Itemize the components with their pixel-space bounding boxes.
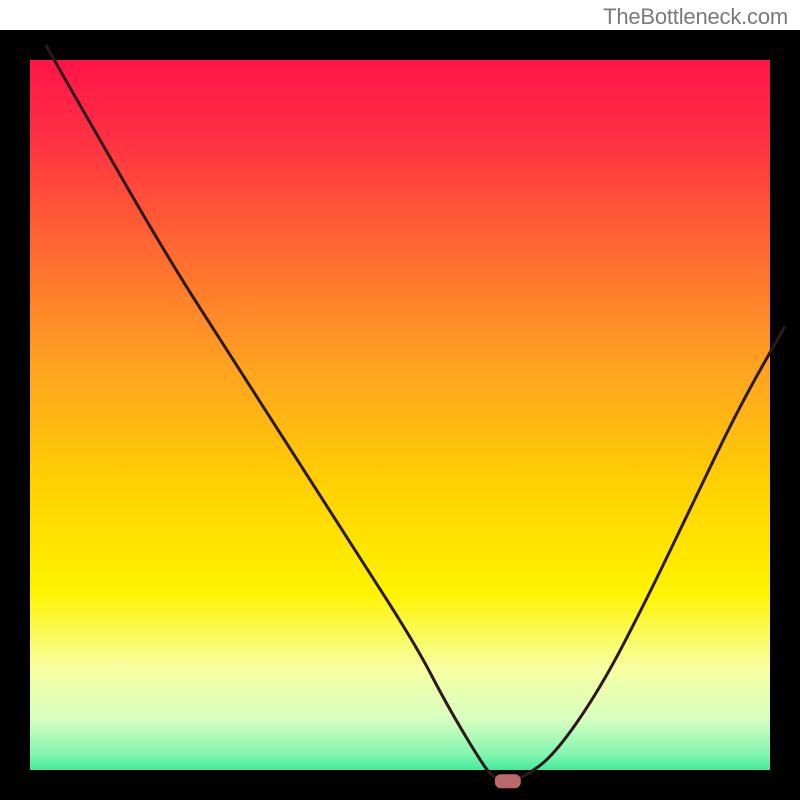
- optimal-marker: [495, 774, 521, 788]
- plot-area: [15, 45, 785, 785]
- bottleneck-chart: [0, 30, 800, 800]
- watermark-text: TheBottleneck.com: [603, 4, 788, 30]
